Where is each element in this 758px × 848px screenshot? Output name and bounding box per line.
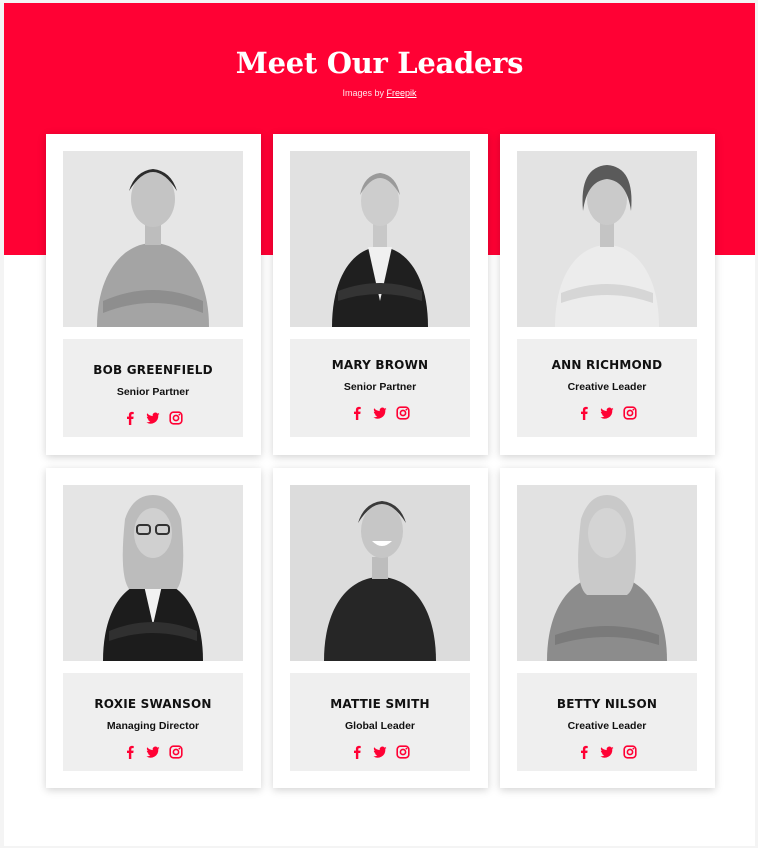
twitter-icon[interactable]: [373, 406, 387, 420]
social-links: [517, 745, 697, 759]
leader-name: BOB GREENFIELD: [93, 363, 213, 377]
instagram-icon[interactable]: [169, 745, 183, 759]
facebook-icon[interactable]: [577, 745, 591, 759]
twitter-icon[interactable]: [373, 745, 387, 759]
twitter-icon[interactable]: [146, 411, 160, 425]
leader-role: Managing Director: [106, 720, 200, 732]
leader-name: BETTY NILSON: [556, 697, 658, 711]
leader-name: MATTIE SMITH: [330, 697, 430, 711]
instagram-icon[interactable]: [623, 406, 637, 420]
leader-photo: [290, 151, 470, 327]
social-links: [517, 406, 697, 420]
leader-info: ROXIE SWANSON Managing Director: [63, 673, 243, 771]
leader-info: BOB GREENFIELD Senior Partner: [63, 339, 243, 437]
instagram-icon[interactable]: [396, 745, 410, 759]
leader-photo: [63, 151, 243, 327]
leader-role: Senior Partner: [343, 381, 417, 393]
twitter-icon[interactable]: [146, 745, 160, 759]
leader-info: MATTIE SMITH Global Leader: [290, 673, 470, 771]
leader-card: BETTY NILSON Creative Leader: [500, 468, 715, 788]
instagram-icon[interactable]: [623, 745, 637, 759]
facebook-icon[interactable]: [577, 406, 591, 420]
leader-card: ANN RICHMOND Creative Leader: [500, 134, 715, 455]
facebook-icon[interactable]: [123, 411, 137, 425]
social-links: [63, 411, 243, 425]
instagram-icon[interactable]: [396, 406, 410, 420]
leader-info: ANN RICHMOND Creative Leader: [517, 339, 697, 437]
twitter-icon[interactable]: [600, 745, 614, 759]
leader-name: ROXIE SWANSON: [94, 697, 212, 711]
social-links: [290, 406, 470, 420]
facebook-icon[interactable]: [350, 745, 364, 759]
leader-card: MARY BROWN Senior Partner: [273, 134, 488, 455]
leader-photo: [290, 485, 470, 661]
leader-photo: [63, 485, 243, 661]
leader-role: Global Leader: [344, 720, 416, 732]
leader-role: Creative Leader: [567, 381, 647, 393]
leader-photo: [517, 151, 697, 327]
instagram-icon[interactable]: [169, 411, 183, 425]
leader-role: Creative Leader: [567, 720, 647, 732]
leader-name: MARY BROWN: [331, 358, 429, 372]
social-links: [63, 745, 243, 759]
leader-name: ANN RICHMOND: [551, 358, 663, 372]
leader-info: MARY BROWN Senior Partner: [290, 339, 470, 437]
team-section: Meet Our Leaders Images by Freepik BOB G…: [4, 3, 755, 846]
leader-photo: [517, 485, 697, 661]
leader-card: MATTIE SMITH Global Leader: [273, 468, 488, 788]
twitter-icon[interactable]: [600, 406, 614, 420]
facebook-icon[interactable]: [350, 406, 364, 420]
leader-card: BOB GREENFIELD Senior Partner: [46, 134, 261, 455]
image-credit: Images by Freepik: [4, 88, 755, 98]
section-title: Meet Our Leaders: [235, 46, 524, 80]
facebook-icon[interactable]: [123, 745, 137, 759]
freepik-link[interactable]: Freepik: [387, 88, 417, 98]
leader-card: ROXIE SWANSON Managing Director: [46, 468, 261, 788]
credit-text: Images by: [342, 88, 384, 98]
social-links: [290, 745, 470, 759]
leader-role: Senior Partner: [116, 386, 190, 398]
leader-info: BETTY NILSON Creative Leader: [517, 673, 697, 771]
